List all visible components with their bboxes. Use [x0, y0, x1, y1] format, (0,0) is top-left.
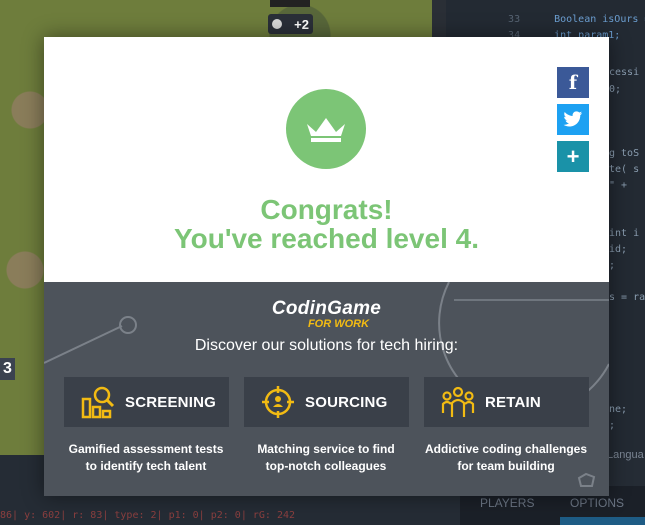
crown-icon — [307, 118, 345, 142]
level-up-modal: Congrats! You've reached level 4. f + Co… — [44, 37, 609, 496]
game-counter-badge: +2 — [268, 14, 313, 34]
tab-players[interactable]: PLAYERS — [480, 496, 534, 510]
facebook-share-button[interactable]: f — [557, 67, 589, 98]
code-fragment: ; — [609, 420, 616, 431]
sourcing-label: SOURCING — [305, 393, 388, 411]
description-line: top-notch colleagues — [265, 459, 387, 473]
plus-icon: + — [566, 143, 580, 169]
logo-wordmark: CodinGame — [271, 298, 382, 319]
description-line: Matching service to find — [257, 442, 395, 456]
game-counter-text: +2 — [294, 16, 309, 32]
tab-options[interactable]: OPTIONS — [570, 496, 624, 510]
logo-tagline: FOR WORK — [307, 318, 370, 330]
debug-output: 86| y: 602| r: 83| type: 2| p1: 0| p2: 0… — [0, 510, 296, 521]
code-fragment: g toS — [609, 148, 640, 159]
code-fragment: te( s — [609, 164, 640, 175]
crown-badge — [286, 89, 366, 169]
game-side-number: 3 — [0, 358, 15, 380]
code-fragment: 0; — [609, 84, 622, 95]
sourcing-target-icon — [262, 386, 294, 418]
retain-description: Addictive coding challenges for team bui… — [416, 441, 596, 475]
code-fragment: " + — [609, 180, 628, 191]
code-fragment: cessi — [609, 67, 640, 78]
screening-label: SCREENING — [125, 393, 216, 411]
code-line: 34 int param1; — [446, 19, 620, 41]
counter-dot-icon — [272, 19, 282, 29]
screening-button[interactable]: SCREENING — [64, 377, 229, 427]
retain-team-icon — [441, 386, 475, 417]
retain-label: RETAIN — [485, 393, 541, 411]
screening-icon — [81, 386, 115, 419]
level-reached-text: You've reached level 4. — [174, 223, 479, 254]
retain-button[interactable]: RETAIN — [424, 377, 589, 427]
congrats-title: Congrats! — [260, 194, 393, 225]
code-fragment: s = ra — [609, 292, 645, 303]
tab-options-indicator — [560, 517, 645, 525]
promo-section: CodinGame FOR WORK Discover our solution… — [44, 282, 609, 496]
more-share-button[interactable]: + — [557, 141, 589, 172]
sourcing-button[interactable]: SOURCING — [244, 377, 409, 427]
sourcing-description: Matching service to find top-notch colle… — [236, 441, 416, 475]
twitter-share-button[interactable] — [557, 104, 589, 135]
twitter-icon — [563, 111, 583, 127]
code-fragment: ; — [609, 260, 616, 271]
modal-header: Congrats! You've reached level 4. f + — [44, 37, 609, 282]
game-topbar — [270, 0, 310, 7]
code-line: 33 Boolean isOurs = — [446, 3, 645, 25]
code-fragment: int i — [609, 228, 640, 239]
description-line: for team building — [457, 459, 555, 473]
code-fragment: ne; — [609, 404, 628, 415]
description-line: Gamified assessment tests — [68, 442, 224, 456]
code-fragment: id; — [609, 244, 628, 255]
screening-description: Gamified assessment tests to identify te… — [56, 441, 236, 475]
codingame-for-work-logo: CodinGame FOR WORK — [44, 298, 609, 331]
description-line: Addictive coding challenges — [424, 442, 588, 456]
discover-heading: Discover our solutions for tech hiring: — [194, 337, 459, 354]
description-line: to identify tech talent — [85, 459, 207, 473]
language-selector[interactable]: Langua — [607, 449, 644, 461]
facebook-icon: f — [568, 71, 578, 94]
